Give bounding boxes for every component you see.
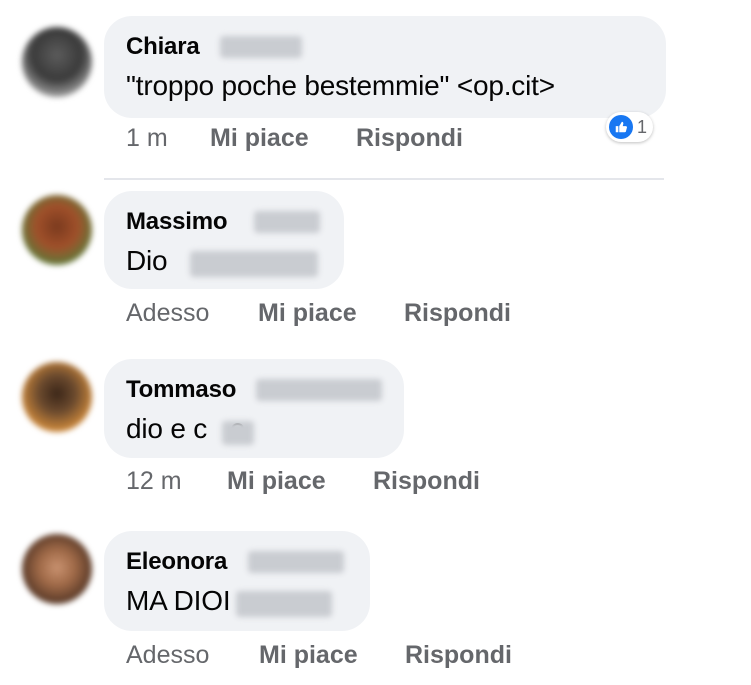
comment-bubble: Tommaso dio e c e [104, 359, 404, 458]
like-button[interactable]: Mi piace [227, 467, 326, 496]
comment-text: Dio [126, 245, 168, 276]
like-button[interactable]: Mi piace [258, 299, 357, 328]
comment-time[interactable]: 1 m [126, 124, 168, 153]
reply-button[interactable]: Rispondi [373, 467, 480, 496]
avatar[interactable] [22, 195, 92, 265]
redacted-surname [254, 211, 320, 233]
redacted-surname [220, 36, 302, 58]
comment-time[interactable]: Adesso [126, 299, 209, 328]
reaction-count: 1 [637, 116, 648, 137]
like-button[interactable]: Mi piace [210, 124, 309, 153]
comment-author[interactable]: Massimo [126, 208, 228, 236]
redacted-text [222, 421, 254, 445]
comment-bubble: Chiara "troppo poche bestemmie" <op.cit> [104, 16, 666, 118]
redacted-text [190, 251, 318, 277]
like-button[interactable]: Mi piace [259, 641, 358, 670]
reply-button[interactable]: Rispondi [404, 299, 511, 328]
comment-author[interactable]: Chiara [126, 33, 200, 61]
comment-bubble: Eleonora MA DIOI [104, 531, 370, 631]
comment-time[interactable]: Adesso [126, 641, 209, 670]
divider [104, 178, 664, 180]
like-icon [609, 115, 633, 139]
redacted-surname [248, 551, 344, 573]
reply-button[interactable]: Rispondi [356, 124, 463, 153]
avatar[interactable] [22, 27, 92, 97]
reaction-summary[interactable]: 1 [606, 112, 654, 142]
avatar[interactable] [22, 362, 92, 432]
comment-text: MA DIOI [126, 585, 231, 616]
reply-button[interactable]: Rispondi [405, 641, 512, 670]
comment-time[interactable]: 12 m [126, 467, 182, 496]
comment-author[interactable]: Eleonora [126, 548, 227, 576]
redacted-surname [256, 379, 382, 401]
comment-text: "troppo poche bestemmie" <op.cit> [126, 70, 555, 101]
comment-bubble: Massimo Dio [104, 191, 344, 289]
avatar[interactable] [22, 534, 92, 604]
redacted-text [236, 591, 332, 617]
comment-author[interactable]: Tommaso [126, 376, 236, 404]
